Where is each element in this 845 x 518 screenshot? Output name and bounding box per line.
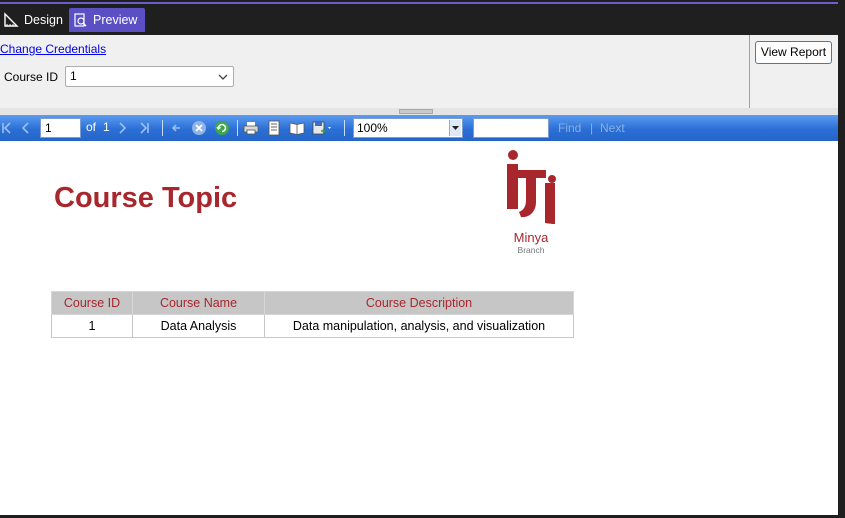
params-divider <box>749 35 750 108</box>
cell-course-description: Data manipulation, analysis, and visuali… <box>264 314 574 338</box>
preview-icon <box>74 13 87 27</box>
print-layout-icon[interactable] <box>265 119 283 137</box>
parameters-panel: Change Credentials Course ID 1 View Repo… <box>0 35 838 108</box>
back-icon[interactable] <box>168 119 184 137</box>
course-id-label: Course ID <box>4 70 59 84</box>
next-link[interactable]: Next <box>600 121 625 135</box>
toolbar-divider <box>344 120 345 136</box>
logo-branch-subtitle: Branch <box>517 245 545 255</box>
first-page-icon[interactable] <box>0 119 14 137</box>
column-header-course-description: Course Description <box>264 291 574 315</box>
last-page-icon[interactable] <box>137 119 151 137</box>
find-separator: | <box>590 121 594 135</box>
export-icon[interactable] <box>311 119 335 137</box>
total-pages: 1 <box>103 120 110 134</box>
print-icon[interactable] <box>242 119 260 137</box>
find-link[interactable]: Find <box>558 121 581 135</box>
tab-accent-line <box>0 2 838 4</box>
find-text-input[interactable] <box>473 118 549 138</box>
previous-page-icon[interactable] <box>18 119 32 137</box>
chevron-down-icon <box>218 74 228 80</box>
stop-icon[interactable] <box>190 119 208 137</box>
report-viewer: Change Credentials Course ID 1 View Repo… <box>0 35 838 515</box>
dropdown-arrow-icon <box>449 120 461 136</box>
next-page-icon[interactable] <box>116 119 130 137</box>
course-id-value: 1 <box>70 69 77 83</box>
page-setup-icon[interactable] <box>288 119 306 137</box>
window-right-edge <box>838 35 845 518</box>
course-id-dropdown[interactable]: 1 <box>65 66 234 87</box>
table-row: 1 Data Analysis Data manipulation, analy… <box>51 314 574 338</box>
refresh-icon[interactable] <box>213 119 231 137</box>
cell-course-id: 1 <box>51 314 133 338</box>
course-table: Course ID Course Name Course Description… <box>51 291 574 338</box>
column-header-course-id: Course ID <box>51 291 133 315</box>
report-toolbar: 1 of 1 100% Find | Next <box>0 115 838 141</box>
tab-preview-label: Preview <box>93 13 138 27</box>
logo-branch-name: Minya <box>513 230 549 245</box>
column-header-course-name: Course Name <box>132 291 265 315</box>
tab-design-label: Design <box>24 13 63 27</box>
toolbar-divider <box>162 120 163 136</box>
table-header-row: Course ID Course Name Course Description <box>51 291 574 315</box>
parameters-splitter[interactable] <box>0 108 838 115</box>
of-label: of <box>86 120 97 134</box>
document-tab-bar: Design Preview <box>0 0 845 35</box>
zoom-value: 100% <box>357 121 388 135</box>
tab-preview[interactable]: Preview <box>69 8 145 32</box>
design-ruler-icon <box>4 12 19 27</box>
collapse-grip-icon[interactable] <box>399 109 433 114</box>
toolbar-divider <box>237 120 238 136</box>
report-title: Course Topic <box>54 182 238 214</box>
view-report-button[interactable]: View Report <box>755 41 832 64</box>
zoom-dropdown[interactable]: 100% <box>353 118 463 138</box>
page-number-input[interactable]: 1 <box>40 118 81 138</box>
tab-design[interactable]: Design <box>0 8 66 32</box>
cell-course-name: Data Analysis <box>132 314 265 338</box>
change-credentials-link[interactable]: Change Credentials <box>0 42 106 56</box>
